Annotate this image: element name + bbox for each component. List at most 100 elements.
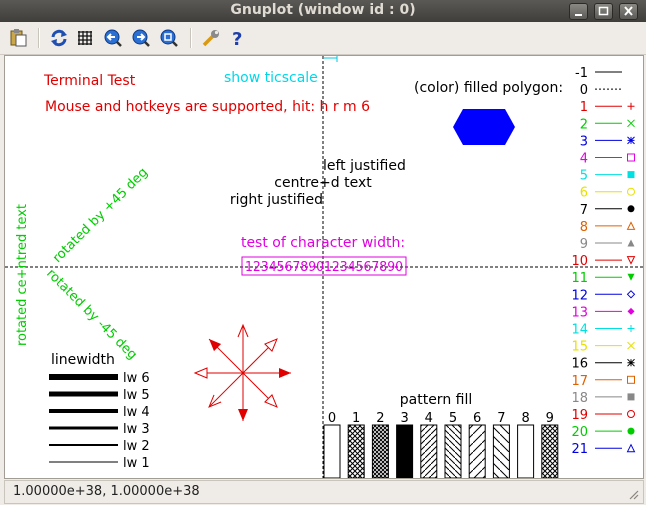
pattern-swatch	[420, 424, 438, 478]
linetype-label: 2	[580, 117, 588, 132]
linetype-label: 19	[571, 408, 588, 423]
pattern-number: 8	[521, 411, 529, 426]
linetype-point	[627, 358, 635, 367]
plot-canvas[interactable]: Terminal Test Mouse and hotkeys are supp…	[4, 55, 644, 479]
options-icon	[202, 30, 219, 47]
linetype-point	[627, 102, 635, 110]
grid-button[interactable]	[74, 28, 96, 48]
linetype-label: 3	[580, 134, 588, 149]
previous-zoom-button[interactable]	[102, 28, 124, 48]
linetype-legend: -10123456789101112131415161718192021	[571, 66, 636, 457]
linetype-point	[626, 221, 636, 230]
resize-grip-icon[interactable]	[627, 488, 639, 500]
linewidth-label: lw 2	[123, 439, 150, 454]
mouse-coordinates: 1.00000e+38, 1.00000e+38	[13, 484, 200, 499]
grid-icon	[78, 31, 92, 45]
linetype-point	[627, 239, 635, 247]
filled-hexagon	[453, 109, 515, 145]
linetype-label: -1	[575, 66, 588, 81]
arrow-shaft	[208, 372, 244, 408]
linetype-point	[627, 153, 635, 162]
close-button[interactable]	[619, 3, 638, 20]
copy-clipboard-icon	[10, 29, 27, 47]
linetype-label: 14	[571, 323, 588, 338]
linetype-point	[627, 393, 635, 401]
previous-zoom-icon	[104, 29, 122, 47]
linetype-label: 10	[571, 254, 588, 269]
linetype-label: 8	[580, 220, 588, 235]
replot-icon	[51, 29, 67, 47]
options-button[interactable]	[200, 28, 222, 48]
pattern-number: 2	[376, 411, 384, 426]
title-bar[interactable]: Gnuplot (window id : 0)	[0, 0, 646, 22]
linetype-label: 1	[580, 100, 588, 115]
linetype-label: 17	[571, 374, 588, 389]
help-icon: ?	[232, 29, 242, 50]
pattern-number: 5	[449, 411, 457, 426]
linetype-point	[626, 256, 636, 265]
terminal-title: Terminal Test	[43, 73, 136, 89]
pattern-swatch	[468, 424, 486, 478]
linetype-point	[627, 325, 635, 332]
arrow-test	[193, 323, 291, 421]
next-zoom-button[interactable]	[130, 28, 152, 48]
autoscale-icon	[160, 29, 178, 47]
pattern-number: 6	[473, 411, 481, 426]
left-justified-text: left justified	[323, 158, 406, 174]
rotated-minus45-text: rotated by -45 deg	[43, 266, 140, 363]
svg-text:?: ?	[232, 29, 242, 48]
linetype-point	[626, 443, 636, 453]
replot-button[interactable]	[48, 28, 70, 48]
linetype-label: 18	[571, 391, 588, 406]
linetype-label: 5	[580, 169, 588, 184]
char-width-label: test of character width:	[241, 235, 405, 251]
linetype-label: 13	[571, 305, 588, 320]
help-button[interactable]: ?	[226, 28, 248, 50]
arrow-head	[193, 367, 208, 379]
pattern-swatch	[541, 424, 559, 478]
linetype-label: 11	[571, 271, 588, 286]
polygon-label: (color) filled polygon:	[414, 80, 563, 96]
linetype-point	[627, 427, 635, 435]
mouse-hint: Mouse and hotkeys are supported, hit: h …	[45, 99, 370, 115]
linetype-label: 20	[571, 425, 588, 440]
linetype-point	[627, 136, 635, 145]
pattern-samples: 0 1 2 3 4 5 6 7 8 9	[323, 411, 559, 478]
pattern-swatch	[347, 424, 365, 478]
linetype-label: 16	[571, 357, 588, 372]
right-justified-text: right justified	[230, 192, 323, 208]
maximize-icon	[598, 6, 609, 16]
linetype-point	[627, 307, 635, 315]
arrow-head	[238, 409, 248, 421]
linetype-point	[627, 273, 635, 281]
arrow-head	[279, 368, 291, 378]
pattern-number: 7	[497, 411, 505, 426]
minimize-icon	[575, 14, 582, 16]
plot-svg[interactable]: Terminal Test Mouse and hotkeys are supp…	[5, 56, 643, 478]
pattern-number: 0	[328, 411, 336, 426]
linewidth-label: lw 3	[123, 422, 150, 437]
linewidth-label: lw 5	[123, 388, 150, 403]
linetype-label: 9	[580, 237, 588, 252]
pattern-swatch	[492, 424, 510, 478]
minimize-button[interactable]	[569, 3, 588, 20]
autoscale-button[interactable]	[158, 28, 180, 48]
rotated-plus45-text: rotated by +45 deg	[50, 165, 151, 266]
maximize-button[interactable]	[594, 3, 613, 20]
toolbar: ?	[0, 22, 646, 55]
linetype-point	[626, 290, 636, 299]
linetype-point	[627, 119, 635, 128]
next-zoom-icon	[132, 29, 150, 47]
linetype-label: 12	[571, 288, 588, 303]
pattern-title: pattern fill	[400, 392, 473, 408]
linewidth-label: lw 6	[123, 371, 150, 386]
linetype-point	[627, 341, 635, 350]
ticscale-label: show ticscale	[224, 70, 318, 86]
pattern-swatch	[396, 424, 414, 478]
linetype-point	[627, 375, 635, 384]
copy-clipboard-button[interactable]	[8, 28, 30, 48]
pattern-number: 3	[400, 411, 408, 426]
linewidth-label: lw 4	[123, 405, 150, 420]
pattern-number: 4	[425, 411, 433, 426]
pattern-swatch	[323, 424, 341, 478]
